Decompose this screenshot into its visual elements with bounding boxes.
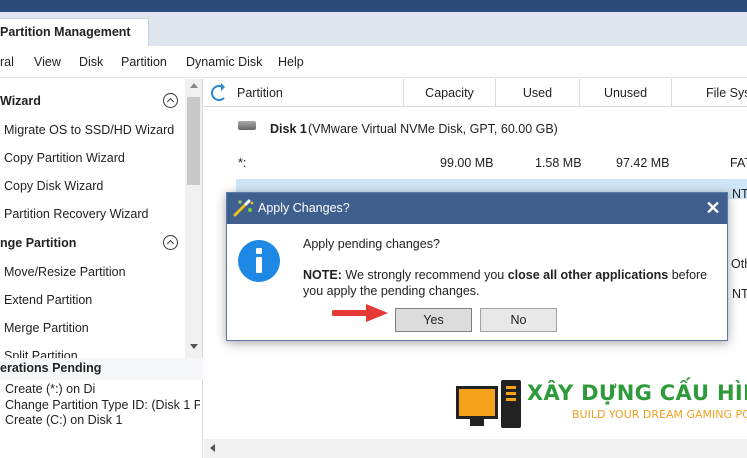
collapse-wizard-icon[interactable] bbox=[163, 93, 178, 108]
tab-partition-management[interactable]: Partition Management bbox=[0, 18, 149, 46]
row-capacity: 99.00 MB bbox=[440, 156, 494, 170]
watermark-slogan: BUILD YOUR DREAM GAMING PC bbox=[572, 408, 747, 421]
sidebar-item-migrate-os[interactable]: Migrate OS to SSD/HD Wizard bbox=[4, 123, 174, 137]
pending-item[interactable]: Create (C:) on Disk 1 bbox=[5, 413, 200, 427]
watermark-title: XÂY DỰNG CẤU HÌNH bbox=[527, 381, 747, 405]
sidebar-item-merge[interactable]: Merge Partition bbox=[4, 321, 89, 335]
row-partition: *: bbox=[238, 156, 247, 170]
column-unused[interactable]: Unused bbox=[580, 79, 672, 107]
menu-help[interactable]: Help bbox=[278, 55, 304, 69]
watermark-logo: XÂY DỰNG CẤU HÌNH BUILD YOUR DREAM GAMIN… bbox=[452, 378, 747, 450]
table-header: Partition Capacity Used Unused File Syst… bbox=[204, 79, 747, 107]
wizard-section-header[interactable]: Wizard bbox=[0, 94, 183, 108]
close-icon[interactable]: ✕ bbox=[701, 197, 725, 219]
disk-row[interactable]: Disk 1 (VMware Virtual NVMe Disk, GPT, 6… bbox=[204, 115, 747, 137]
row-file-system: Oth bbox=[731, 257, 747, 271]
scroll-left-icon[interactable] bbox=[210, 444, 215, 452]
info-icon bbox=[238, 240, 280, 282]
dialog-question: Apply pending changes? bbox=[303, 237, 440, 251]
sidebar-item-copy-partition[interactable]: Copy Partition Wizard bbox=[4, 151, 125, 165]
column-file-system[interactable]: File System bbox=[672, 79, 747, 107]
monitor-stand bbox=[470, 419, 484, 426]
sidebar-item-extend[interactable]: Extend Partition bbox=[4, 293, 92, 307]
dialog-title-bar[interactable]: Apply Changes? ✕ bbox=[227, 193, 727, 224]
menu-dynamic-disk[interactable]: Dynamic Disk bbox=[186, 55, 262, 69]
title-bar bbox=[0, 0, 747, 12]
app-wand-icon bbox=[233, 199, 254, 217]
pc-tower-icon bbox=[501, 380, 521, 428]
disk-description: (VMware Virtual NVMe Disk, GPT, 60.00 GB… bbox=[308, 122, 558, 136]
apply-changes-dialog: Apply Changes? ✕ Apply pending changes? … bbox=[226, 192, 728, 341]
disk-name: Disk 1 bbox=[270, 122, 307, 136]
operations-pending-list: Create (*:) on Di Change Partition Type … bbox=[0, 380, 203, 458]
refresh-icon[interactable] bbox=[211, 83, 227, 101]
note-text-bold: close all other applications bbox=[507, 268, 669, 282]
row-file-system: NT bbox=[732, 187, 747, 201]
column-partition[interactable]: Partition bbox=[237, 79, 404, 107]
monitor-icon bbox=[456, 386, 498, 419]
dialog-note: NOTE: We strongly recommend you close al… bbox=[303, 267, 721, 299]
note-text-pre: We strongly recommend you bbox=[345, 268, 505, 282]
red-arrow-icon bbox=[332, 304, 388, 322]
action-sidebar: Wizard Migrate OS to SSD/HD Wizard Copy … bbox=[0, 79, 203, 379]
row-file-system: FAT bbox=[730, 156, 747, 170]
sidebar-item-copy-disk[interactable]: Copy Disk Wizard bbox=[4, 179, 103, 193]
column-used[interactable]: Used bbox=[496, 79, 580, 107]
menu-partition[interactable]: Partition bbox=[121, 55, 167, 69]
row-used: 1.58 MB bbox=[535, 156, 582, 170]
row-file-system: NT bbox=[732, 287, 747, 301]
disk-icon bbox=[238, 121, 256, 130]
sidebar-item-move-resize[interactable]: Move/Resize Partition bbox=[4, 265, 126, 279]
scroll-up-icon[interactable] bbox=[190, 83, 198, 88]
pending-item[interactable]: Change Partition Type ID: (Disk 1 P... bbox=[5, 398, 200, 412]
menu-bar: ral View Disk Partition Dynamic Disk Hel… bbox=[0, 46, 747, 78]
menu-general[interactable]: ral bbox=[0, 55, 14, 69]
scrollbar-thumb[interactable] bbox=[187, 97, 200, 185]
row-unused: 97.42 MB bbox=[616, 156, 670, 170]
change-partition-section-header[interactable]: nge Partition bbox=[0, 236, 183, 250]
yes-button[interactable]: Yes bbox=[395, 308, 472, 332]
pending-item[interactable]: Create (*:) on Di bbox=[5, 382, 200, 396]
menu-view[interactable]: View bbox=[34, 55, 61, 69]
scroll-down-icon[interactable] bbox=[190, 344, 198, 349]
menu-disk[interactable]: Disk bbox=[79, 55, 103, 69]
sidebar-scrollbar[interactable] bbox=[185, 79, 202, 359]
tab-label: Partition Management bbox=[0, 25, 131, 39]
column-capacity[interactable]: Capacity bbox=[404, 79, 496, 107]
collapse-change-partition-icon[interactable] bbox=[163, 235, 178, 250]
dialog-title: Apply Changes? bbox=[258, 201, 350, 215]
sidebar-item-partition-recovery[interactable]: Partition Recovery Wizard bbox=[4, 207, 149, 221]
operations-pending-header: erations Pending bbox=[0, 358, 203, 380]
no-button[interactable]: No bbox=[480, 308, 557, 332]
note-label: NOTE: bbox=[303, 268, 342, 282]
